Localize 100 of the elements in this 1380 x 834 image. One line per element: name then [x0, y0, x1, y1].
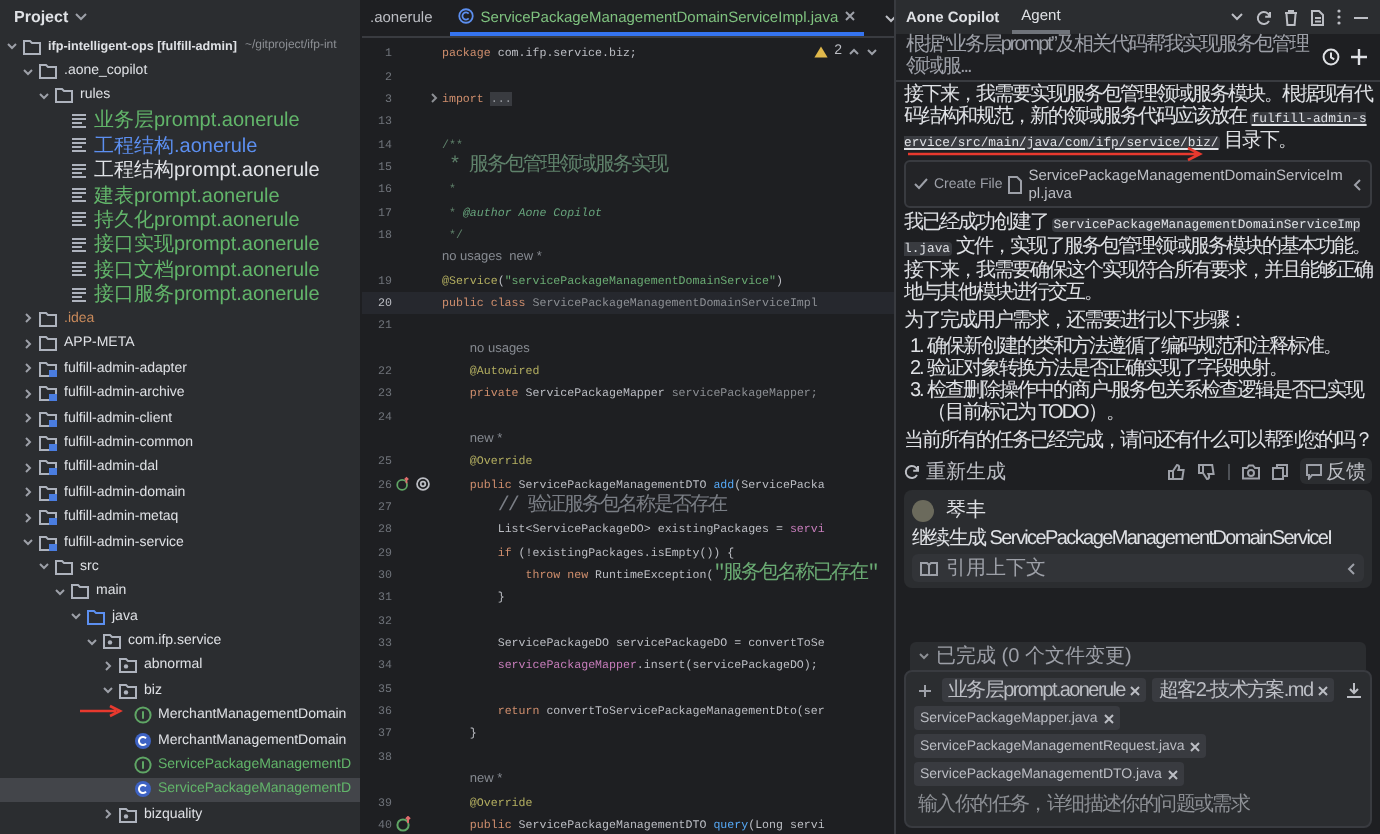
package-icon — [102, 632, 122, 651]
history-icon[interactable] — [1322, 48, 1340, 66]
chevron-down-icon[interactable] — [866, 47, 878, 55]
panel-title: Project — [14, 8, 69, 26]
tree-item[interactable]: 接口服务prompt.aonerule — [0, 281, 360, 307]
chevron-icon[interactable] — [38, 89, 50, 102]
chevron-icon[interactable] — [22, 486, 34, 499]
refresh-icon — [904, 463, 920, 480]
chevron-up-icon[interactable] — [848, 47, 860, 55]
close-icon[interactable] — [1318, 685, 1329, 695]
chevron-left-icon[interactable] — [1352, 177, 1362, 192]
feedback-button[interactable]: 反馈 — [1300, 458, 1372, 485]
chevron-icon[interactable] — [22, 536, 34, 548]
chevron-icon[interactable] — [22, 65, 34, 78]
chevron-icon[interactable] — [102, 659, 114, 672]
list-number: 1. — [910, 338, 923, 360]
regenerate-button[interactable]: 重新生成 — [904, 457, 1006, 486]
text-file-icon — [70, 111, 88, 130]
conversation-title: 根据“业务层prompt”及相关代码帮我实现服务包管理领域服... — [906, 36, 1311, 78]
close-icon[interactable] — [1130, 685, 1141, 695]
chevron-icon[interactable] — [22, 511, 34, 524]
chevron-icon[interactable] — [54, 585, 66, 598]
trash-icon[interactable] — [1284, 9, 1298, 25]
chevron-icon[interactable] — [102, 684, 114, 697]
fold-chevron-icon[interactable] — [430, 92, 440, 105]
tree-item[interactable]: 工程结构prompt.aonerule — [0, 157, 360, 183]
text-file-icon — [70, 210, 88, 229]
text-file-icon — [70, 136, 88, 155]
thumbs-down-icon[interactable] — [1198, 463, 1216, 480]
module-folder-icon — [38, 359, 58, 378]
file-chip[interactable]: 业务层prompt.aonerule — [942, 678, 1147, 702]
plus-icon[interactable] — [918, 683, 932, 697]
book-icon — [920, 561, 938, 576]
camera-icon[interactable] — [1242, 463, 1260, 480]
user-message: 继续生成 ServicePackageManagementDomainServiceI — [912, 528, 1334, 551]
override-icon[interactable] — [396, 816, 412, 833]
chevron-icon[interactable] — [22, 337, 34, 350]
list-number: 3. — [910, 381, 923, 406]
file-icon — [1008, 175, 1023, 194]
chevron-icon[interactable] — [22, 362, 34, 375]
chevron-down-icon[interactable] — [1230, 12, 1244, 22]
package-icon — [118, 681, 138, 700]
code-line: * 服务包管理领域服务实现 — [448, 155, 667, 178]
more-icon[interactable] — [1336, 8, 1342, 26]
close-icon[interactable] — [844, 10, 857, 22]
close-icon[interactable] — [1167, 769, 1178, 779]
tree-item[interactable]: 工程结构.aonerule — [0, 133, 360, 158]
chevron-icon[interactable] — [6, 40, 18, 53]
list-item-text: 检查删除操作中的商户-服务包关系检查逻辑是否已实现（目前标记为 TODO）。 — [926, 381, 1367, 426]
code-line: // 验证服务包名称是否存在 — [497, 496, 726, 519]
tree-item[interactable]: 建表prompt.aonerule — [0, 182, 360, 208]
progress-toggle[interactable]: 已完成 (0 个文件变更) — [910, 642, 1366, 670]
chevron-icon[interactable] — [102, 808, 114, 821]
close-icon[interactable] — [1190, 741, 1201, 751]
chevron-icon[interactable] — [22, 312, 34, 325]
module-folder-icon — [38, 483, 58, 502]
chevron-down-icon[interactable] — [884, 13, 894, 23]
text-file-icon — [70, 161, 88, 180]
minimize-icon[interactable] — [1354, 15, 1368, 19]
tree-item[interactable]: 持久化prompt.aonerule — [0, 207, 360, 233]
close-icon[interactable] — [1103, 713, 1114, 723]
text-file-icon — [70, 235, 88, 254]
thumbs-up-icon[interactable] — [1168, 463, 1186, 480]
list-number: 2. — [910, 360, 923, 382]
class-icon — [458, 8, 475, 24]
chevron-icon[interactable] — [22, 387, 34, 400]
caret-icon[interactable] — [74, 12, 89, 22]
interface-icon — [134, 756, 152, 775]
chevron-icon[interactable] — [22, 461, 34, 474]
tree-item[interactable]: 业务层prompt.aonerule — [0, 108, 360, 134]
chevron-icon[interactable] — [22, 436, 34, 449]
response-text: 当前所有的任务已经完成，请问还有什么可以帮到您的吗？ — [904, 431, 1372, 453]
chat-icon — [1306, 463, 1322, 480]
warning-icon[interactable] — [814, 45, 829, 57]
copy-icon[interactable] — [1272, 463, 1288, 480]
override-icon[interactable] — [396, 476, 410, 493]
download-icon[interactable] — [1346, 682, 1362, 698]
text-file-icon — [70, 260, 88, 279]
document-icon[interactable] — [1310, 9, 1324, 25]
chevron-icon[interactable] — [22, 412, 34, 425]
context-button[interactable]: 引用上下文 — [912, 554, 1364, 583]
user-name: 琴丰 — [946, 497, 986, 525]
module-folder-icon — [38, 433, 58, 452]
file-chip[interactable]: 超客2-技术方案.md — [1152, 678, 1335, 702]
chevron-icon[interactable] — [38, 560, 50, 573]
chevron-icon[interactable] — [86, 635, 98, 648]
module-folder-icon — [38, 409, 58, 428]
tree-item[interactable]: 接口文档prompt.aonerule — [0, 257, 360, 282]
annotation-arrow — [80, 704, 124, 718]
chevron-down-icon — [918, 652, 930, 660]
check-icon — [914, 178, 928, 191]
module-folder-icon — [38, 533, 58, 551]
tree-item[interactable]: 接口实现prompt.aonerule — [0, 232, 360, 258]
class-icon — [134, 780, 152, 799]
refresh-icon[interactable] — [1256, 9, 1272, 25]
response-text: 为了完成用户需求，还需要进行以下步骤： — [904, 311, 1248, 333]
list-item-text: 验证对象转换方法是否正确实现了字段映射。 — [926, 360, 1287, 381]
task-input[interactable]: 输入你的任务，详细描述你的问题或需求 — [914, 790, 1362, 820]
chevron-left-icon — [1346, 561, 1356, 576]
chevron-icon[interactable] — [70, 610, 82, 623]
